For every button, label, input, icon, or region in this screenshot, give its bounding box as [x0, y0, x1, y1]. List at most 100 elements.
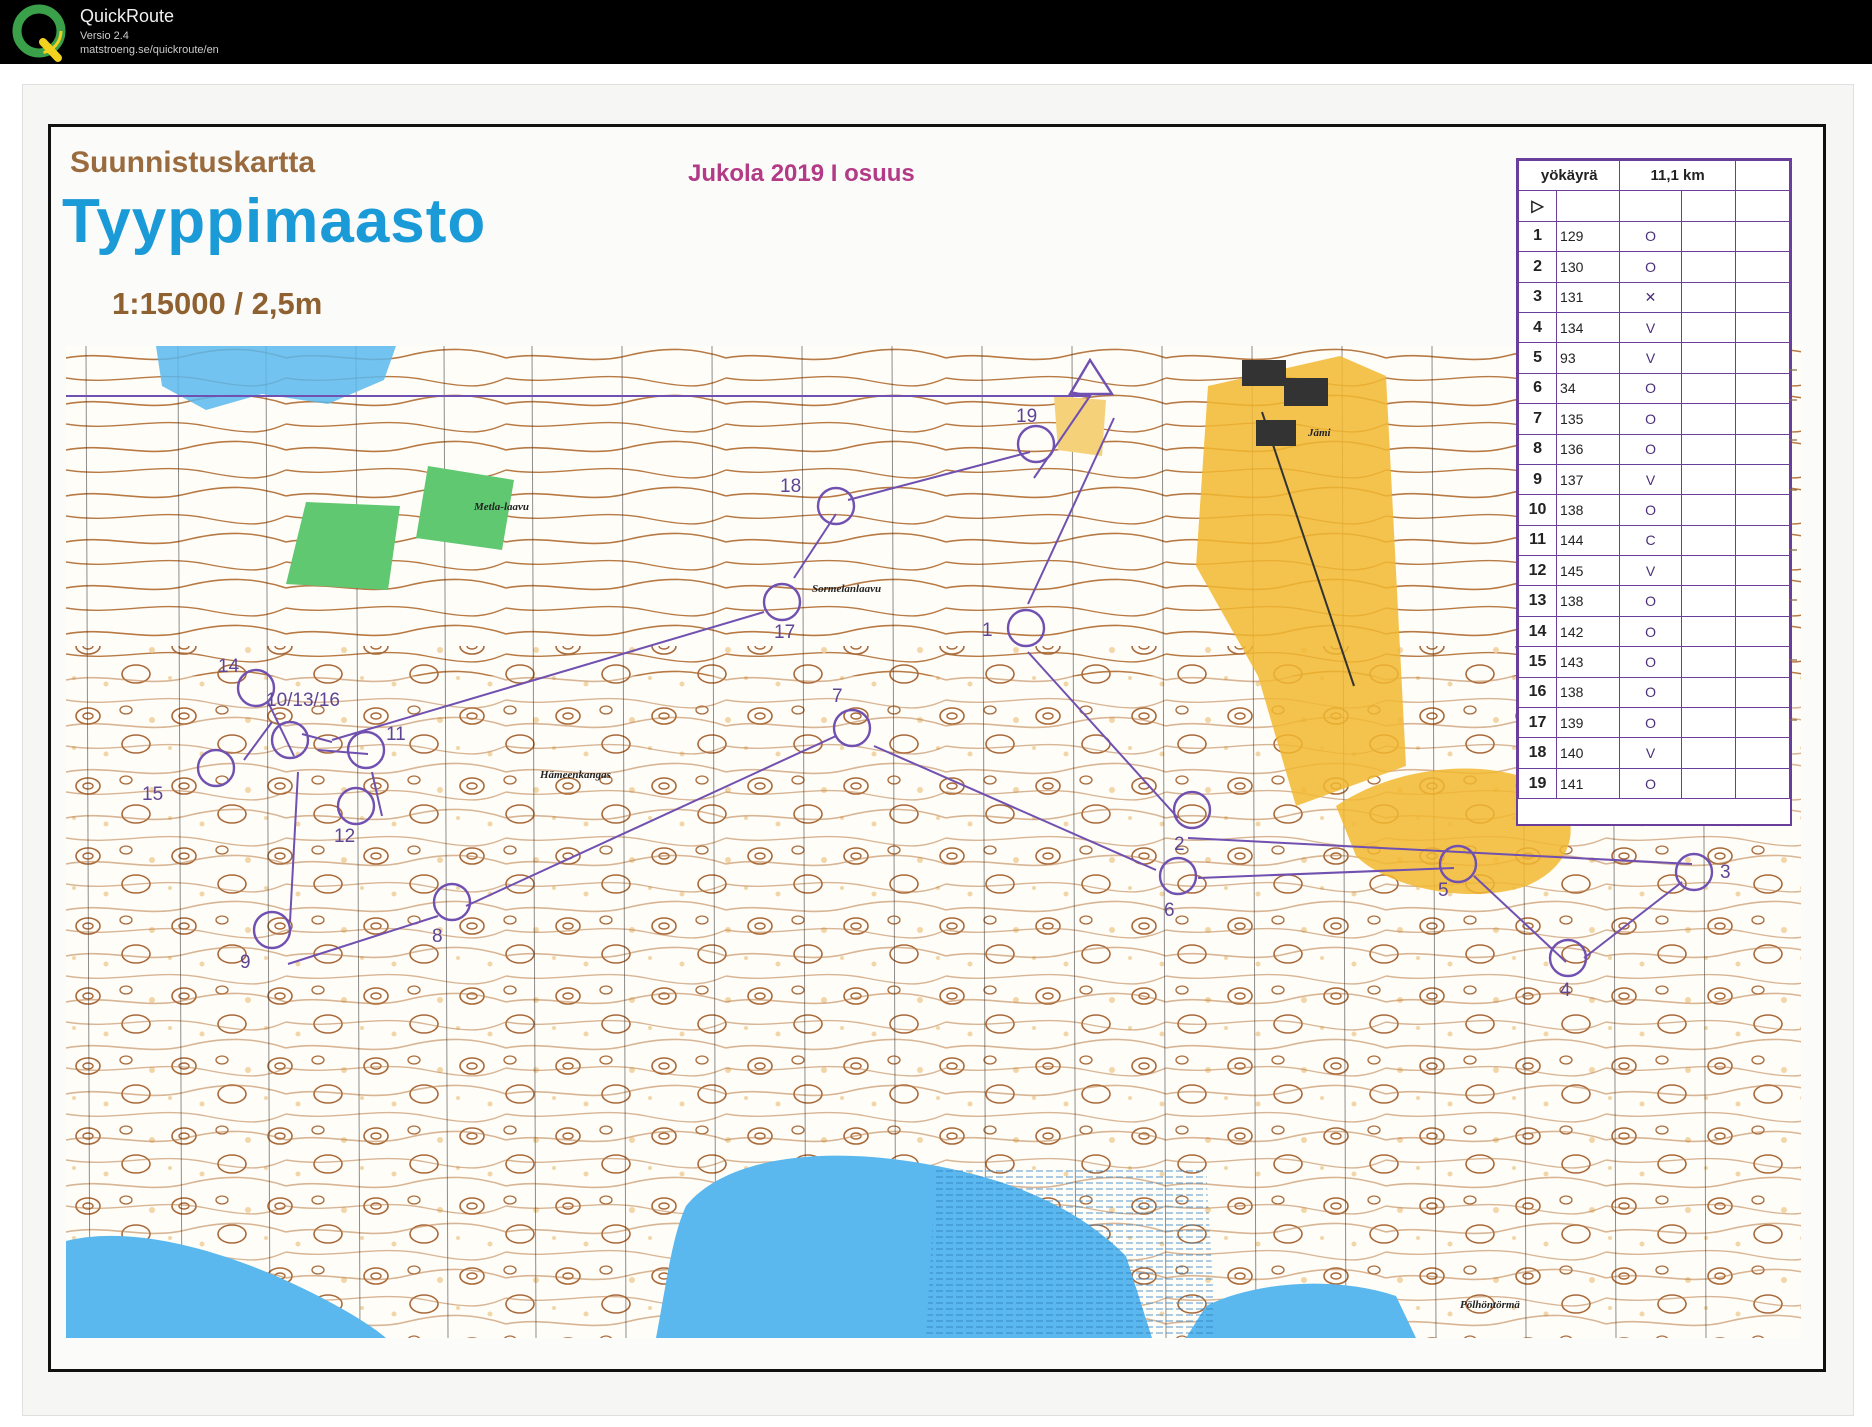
app-title: QuickRoute [80, 6, 175, 26]
desc-row: 18 140 V [1517, 737, 1791, 769]
desc-symbol: O [1619, 403, 1682, 435]
control-label-6: 6 [1164, 900, 1175, 921]
desc-code: 144 [1556, 524, 1621, 557]
desc-symbol: O [1619, 676, 1682, 709]
map-title: Tyyppimaasto [62, 187, 487, 256]
desc-row: 17 139 O [1517, 707, 1791, 739]
desc-symbol: O [1619, 372, 1682, 405]
desc-course-length: 11,1 km [1619, 159, 1736, 192]
desc-code: 138 [1556, 494, 1621, 526]
quickroute-logo [12, 4, 66, 62]
desc-code: 34 [1556, 372, 1621, 405]
control-descriptions: yökäyrä 11,1 km ▷ 1 129 O 2 130 O 3 131 ✕ 4 134… [1516, 158, 1792, 826]
open-land-north [1054, 396, 1106, 456]
control-label-11: 11 [386, 724, 406, 745]
desc-code: 139 [1556, 707, 1621, 739]
desc-num: 6 [1517, 372, 1558, 405]
desc-symbol: V [1619, 737, 1682, 769]
desc-row: 6 34 O [1517, 372, 1791, 405]
place-sormelan: Sormelanlaavu [812, 583, 881, 595]
desc-code: 136 [1556, 433, 1621, 465]
control-label-15: 15 [142, 784, 163, 805]
desc-num: 5 [1517, 342, 1558, 374]
desc-empty [1734, 159, 1791, 192]
app-url[interactable]: matstroeng.se/quickroute/en [80, 44, 219, 56]
desc-symbol: V [1619, 342, 1682, 374]
control-label-5: 5 [1438, 880, 1449, 901]
desc-num: 17 [1517, 707, 1558, 739]
desc-start-symbol: ▷ [1517, 190, 1558, 222]
control-label-4: 4 [1560, 980, 1571, 1001]
control-label-18: 18 [780, 476, 801, 497]
desc-row: 11 144 C [1517, 524, 1791, 557]
margin-symbols [1789, 369, 1797, 721]
desc-course-name: yökäyrä [1517, 159, 1621, 192]
desc-row: 8 136 O [1517, 433, 1791, 465]
desc-symbol: C [1619, 524, 1682, 557]
control-label-10-13-16: 10/13/16 [266, 690, 340, 711]
control-label-19: 19 [1016, 406, 1037, 427]
control-label-12: 12 [334, 826, 355, 847]
app-version: Versio 2.4 [80, 30, 129, 42]
desc-code: 138 [1556, 676, 1621, 709]
desc-row: 7 135 O [1517, 403, 1791, 435]
desc-num: 11 [1517, 524, 1558, 557]
control-label-8: 8 [432, 926, 443, 947]
desc-num: 12 [1517, 555, 1558, 587]
marsh-south [926, 1166, 1216, 1338]
desc-code: 140 [1556, 737, 1621, 769]
desc-symbol: O [1619, 615, 1682, 648]
desc-code: 143 [1556, 646, 1621, 678]
desc-num: 4 [1517, 311, 1558, 344]
place-hameenkangas: Hämeenkangas [539, 769, 611, 781]
desc-code: 130 [1556, 251, 1621, 283]
desc-symbol: O [1619, 767, 1682, 800]
desc-num: 15 [1517, 646, 1558, 678]
desc-code: 141 [1556, 767, 1621, 800]
desc-header-row: yökäyrä 11,1 km [1517, 159, 1791, 192]
desc-num: 1 [1517, 220, 1558, 253]
desc-code: 145 [1556, 555, 1621, 587]
desc-num: 18 [1517, 737, 1558, 769]
desc-symbol: O [1619, 494, 1682, 526]
place-metla: Metla-laavu [473, 501, 529, 513]
desc-row: 16 138 O [1517, 676, 1791, 709]
control-label-1: 1 [982, 620, 993, 641]
desc-symbol: ✕ [1619, 281, 1682, 313]
control-label-9: 9 [240, 952, 251, 973]
app-header: QuickRoute Versio 2.4 matstroeng.se/quic… [0, 0, 1872, 64]
control-label-3: 3 [1720, 862, 1731, 883]
desc-row: 19 141 O [1517, 767, 1791, 800]
desc-symbol: O [1619, 220, 1682, 253]
control-label-2: 2 [1174, 834, 1185, 855]
desc-code: 131 [1556, 281, 1621, 313]
desc-num: 9 [1517, 463, 1558, 496]
desc-num: 8 [1517, 433, 1558, 465]
map-subtitle: Suunnistuskartta [70, 146, 316, 179]
desc-row: 12 145 V [1517, 555, 1791, 587]
desc-row: 9 137 V [1517, 463, 1791, 496]
control-descriptions-table: yökäyrä 11,1 km ▷ 1 129 O 2 130 O 3 131 ✕ 4 134… [1517, 159, 1791, 800]
desc-code: 134 [1556, 311, 1621, 344]
place-jami: Jämi [1307, 427, 1332, 439]
event-title: Jukola 2019 I osuus [688, 160, 915, 187]
desc-row: 15 143 O [1517, 646, 1791, 678]
desc-code: 142 [1556, 615, 1621, 648]
desc-code: 93 [1556, 342, 1621, 374]
desc-num: 13 [1517, 585, 1558, 617]
desc-num: 3 [1517, 281, 1558, 313]
forest-green-1 [286, 502, 400, 590]
desc-num: 14 [1517, 615, 1558, 648]
map-scale: 1:15000 / 2,5m [112, 286, 323, 321]
desc-num: 2 [1517, 251, 1558, 283]
control-label-7: 7 [832, 686, 843, 707]
desc-row: 14 142 O [1517, 615, 1791, 648]
desc-symbol: O [1619, 707, 1682, 739]
desc-code: 138 [1556, 585, 1621, 617]
desc-row: 13 138 O [1517, 585, 1791, 617]
desc-num: 10 [1517, 494, 1558, 526]
desc-row: 10 138 O [1517, 494, 1791, 526]
control-label-14: 14 [218, 656, 240, 677]
desc-num: 7 [1517, 403, 1558, 435]
desc-row: 4 134 V [1517, 311, 1791, 344]
